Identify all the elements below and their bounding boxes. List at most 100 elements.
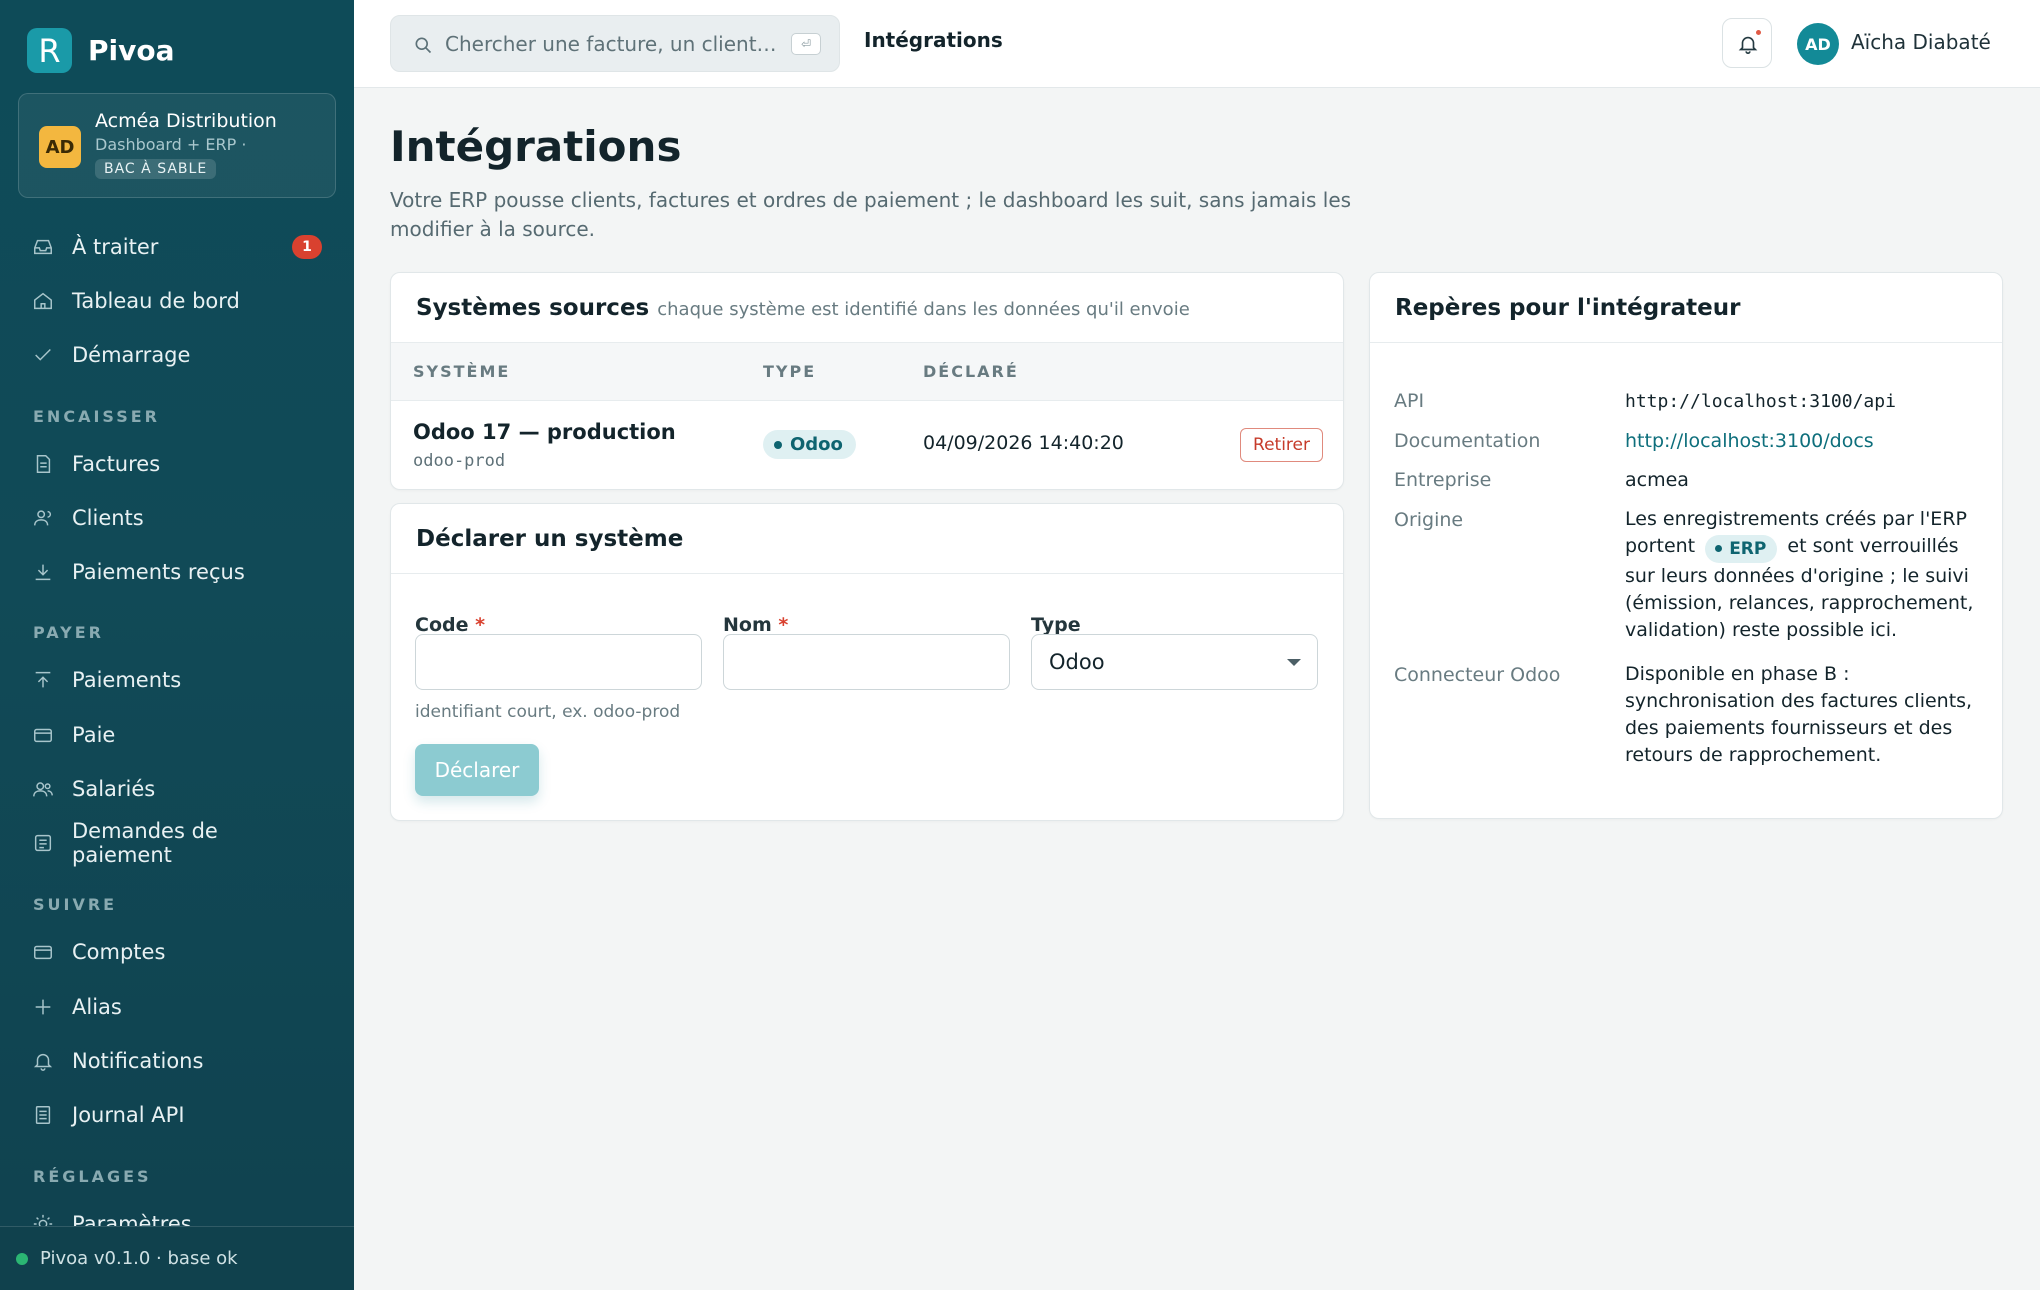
integrator-title: Repères pour l'intégrateur (1395, 295, 1741, 321)
user-name[interactable]: Aïcha Diabaté (1851, 30, 1991, 54)
sources-hint: chaque système est identifié dans les do… (657, 299, 1190, 320)
nav-section-reglages: RÉGLAGES (33, 1167, 152, 1186)
app-logo-icon: R (27, 28, 72, 73)
sidebar-item-factures[interactable]: Factures (32, 444, 322, 484)
declare-card: Déclarer un système Code * Nom * Type Od… (390, 503, 1344, 821)
sidebar-item-salaries[interactable]: Salariés (32, 769, 322, 809)
connecteur-odoo-label: Connecteur Odoo (1394, 664, 1561, 686)
system-code: odoo-prod (413, 451, 506, 471)
sidebar-item-label: Clients (72, 506, 144, 530)
integrator-card: Repères pour l'intégrateur API http://lo… (1369, 272, 2003, 819)
sidebar-item-label: Paiements (72, 668, 182, 692)
topbar: ⏎ Intégrations AD Aïcha Diabaté (354, 0, 2040, 88)
sidebar-footer: Pivoa v0.1.0 · base ok (0, 1226, 354, 1290)
sidebar-item-label: Alias (72, 995, 122, 1019)
required-mark: * (778, 614, 789, 636)
sidebar-item-notifications[interactable]: Notifications (32, 1041, 322, 1081)
brand[interactable]: R Pivoa (27, 28, 175, 73)
bell-icon (33, 1053, 53, 1071)
nav-section-payer: PAYER (33, 623, 104, 642)
code-field[interactable] (415, 634, 702, 690)
sidebar: R Pivoa AD Acméa Distribution Dashboard … (0, 0, 354, 1290)
check-icon (35, 348, 51, 361)
breadcrumb: Intégrations (864, 28, 1003, 52)
search-box[interactable]: ⏎ (390, 15, 840, 72)
sidebar-item-label: Notifications (72, 1049, 204, 1073)
people-icon (33, 782, 53, 797)
enter-key-icon: ⏎ (791, 33, 821, 55)
sidebar-item-a-traiter[interactable]: À traiter 1 (32, 227, 322, 267)
entreprise-label: Entreprise (1394, 469, 1492, 491)
sidebar-item-demarrage[interactable]: Démarrage (32, 335, 322, 375)
origine-label: Origine (1394, 509, 1464, 531)
type-select-value: Odoo (1049, 650, 1105, 674)
download-icon (35, 564, 51, 581)
documentation-link[interactable]: http://localhost:3100/docs (1625, 428, 1985, 455)
app-name: Pivoa (88, 34, 175, 67)
document-icon (36, 455, 51, 473)
dot-icon (1715, 545, 1723, 552)
log-icon (35, 1106, 51, 1124)
sidebar-item-alias[interactable]: Alias (32, 987, 322, 1027)
sidebar-item-comptes[interactable]: Comptes (32, 932, 322, 972)
origine-value: Les enregistrements créés par l'ERP port… (1625, 506, 1975, 644)
erp-badge: ERP (1705, 534, 1778, 563)
sidebar-item-label: Tableau de bord (72, 289, 240, 313)
sidebar-item-paiements[interactable]: Paiements (32, 660, 322, 700)
api-label: API (1394, 390, 1425, 412)
connecteur-odoo-value: Disponible en phase B : synchronisation … (1625, 663, 1973, 766)
system-name: Odoo 17 — production (413, 420, 676, 444)
required-mark: * (475, 614, 486, 636)
sidebar-item-tableau-de-bord[interactable]: Tableau de bord (32, 281, 322, 321)
card-icon (34, 945, 52, 960)
sidebar-item-paiements-recus[interactable]: Paiements reçus (32, 552, 322, 592)
list-icon (34, 834, 52, 852)
plus-icon (35, 999, 51, 1015)
env-badge: BAC À SABLE (95, 159, 217, 179)
search-input[interactable] (445, 28, 785, 60)
declare-button[interactable]: Déclarer (415, 744, 539, 796)
name-field[interactable] (723, 634, 1010, 690)
unread-dot (1754, 28, 1763, 37)
card-icon (34, 728, 52, 743)
declare-title: Déclarer un système (416, 526, 684, 552)
code-label-text: Code (415, 614, 469, 636)
api-url[interactable]: http://localhost:3100/api (1625, 388, 1985, 415)
sidebar-item-label: Journal API (72, 1103, 185, 1127)
sidebar-item-clients[interactable]: Clients (32, 498, 322, 538)
type-label: Type (1031, 614, 1081, 636)
sidebar-item-label: Factures (72, 452, 161, 476)
sources-title-text: Systèmes sources (416, 295, 650, 321)
code-help-text: identifiant court, ex. odoo-prod (415, 702, 681, 722)
org-switcher[interactable]: AD Acméa Distribution Dashboard + ERP · … (18, 93, 336, 198)
dot-icon (774, 440, 782, 449)
type-select[interactable]: Odoo (1031, 634, 1318, 690)
sidebar-item-label: À traiter (72, 235, 159, 259)
remove-button[interactable]: Retirer (1240, 428, 1323, 462)
avatar[interactable]: AD (1797, 23, 1839, 65)
sources-card: Systèmes sources chaque système est ident… (390, 272, 1344, 490)
sidebar-item-label: Paiements reçus (72, 560, 245, 584)
sources-title: Systèmes sources chaque système est ident… (416, 295, 1190, 321)
name-label-text: Nom (723, 614, 772, 636)
table-header: SYSTÈME TYPE DÉCLARÉ (391, 343, 1343, 401)
org-subtitle: Dashboard + ERP · (95, 135, 247, 154)
sidebar-item-label: Paie (72, 723, 116, 747)
org-avatar: AD (39, 126, 81, 168)
integrator-card-header: Repères pour l'intégrateur (1370, 273, 2002, 343)
sidebar-item-paie[interactable]: Paie (32, 715, 322, 755)
sidebar-item-journal-api[interactable]: Journal API (32, 1095, 322, 1135)
page-title: Intégrations (390, 122, 682, 171)
column-header-declare: DÉCLARÉ (923, 362, 1019, 381)
page-description: Votre ERP pousse clients, factures et or… (390, 188, 1352, 241)
declare-card-header: Déclarer un système (391, 504, 1343, 574)
sidebar-item-label: Comptes (72, 940, 166, 964)
entreprise-value: acmea (1625, 469, 1689, 491)
sidebar-item-label: Démarrage (72, 343, 191, 367)
chevron-down-icon (1287, 659, 1301, 666)
org-name: Acméa Distribution (95, 110, 277, 132)
count-badge: 1 (292, 235, 322, 259)
inbox-icon (34, 239, 52, 255)
notifications-button[interactable] (1722, 18, 1772, 68)
sidebar-item-demandes-de-paiement[interactable]: Demandes de paiement (32, 819, 322, 867)
